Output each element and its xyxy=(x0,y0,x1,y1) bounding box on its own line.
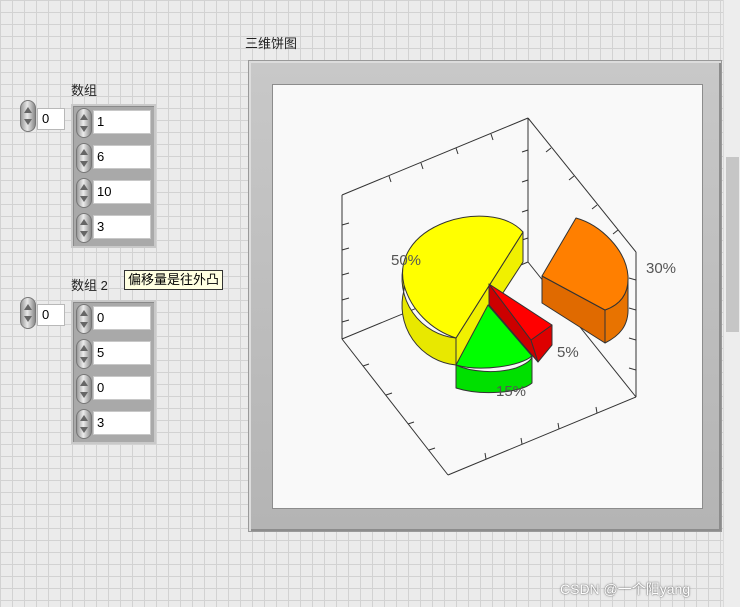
element-value-input[interactable]: 3 xyxy=(93,411,151,435)
element-spinner[interactable] xyxy=(76,213,92,243)
tick xyxy=(341,297,350,301)
increment-icon[interactable] xyxy=(80,149,88,155)
decrement-icon[interactable] xyxy=(80,161,88,167)
tick xyxy=(428,447,436,451)
element-spinner[interactable] xyxy=(76,108,92,138)
array1-index-spinner[interactable] xyxy=(20,100,36,132)
tick xyxy=(557,422,560,430)
chart-title: 三维饼图 xyxy=(245,36,298,51)
array1-element: 3 xyxy=(73,211,154,245)
decrement-icon[interactable] xyxy=(80,322,88,328)
tick xyxy=(341,272,350,276)
increment-icon[interactable] xyxy=(80,380,88,386)
increment-icon[interactable] xyxy=(24,107,32,113)
decrement-icon[interactable] xyxy=(24,316,32,322)
element-spinner[interactable] xyxy=(76,339,92,369)
array1-element: 1 xyxy=(73,106,154,140)
increment-icon[interactable] xyxy=(80,114,88,120)
tick xyxy=(362,363,370,367)
array2-frame: 0 5 0 3 xyxy=(71,300,156,444)
box-edge xyxy=(447,396,637,476)
element-value-input[interactable]: 10 xyxy=(93,180,151,204)
tick xyxy=(420,162,424,170)
array1-element: 6 xyxy=(73,141,154,175)
tick xyxy=(341,222,350,226)
tooltip: 偏移量是往外凸 xyxy=(124,270,224,290)
increment-icon[interactable] xyxy=(80,184,88,190)
tick xyxy=(341,247,350,251)
tick xyxy=(591,204,598,210)
element-spinner[interactable] xyxy=(76,143,92,173)
watermark: CSDN @一个阳yang xyxy=(560,581,691,597)
tick xyxy=(628,277,637,281)
element-value-input[interactable]: 0 xyxy=(93,306,151,330)
scrollbar-thumb[interactable] xyxy=(726,157,739,332)
increment-icon[interactable] xyxy=(24,304,32,310)
tick xyxy=(341,319,350,323)
pie-slice-orange[interactable] xyxy=(541,217,629,344)
element-spinner[interactable] xyxy=(76,304,92,334)
increment-icon[interactable] xyxy=(80,219,88,225)
decrement-icon[interactable] xyxy=(24,119,32,125)
array1-label: 数组 xyxy=(71,83,98,98)
pie-label-orange: 30% xyxy=(646,260,676,277)
element-spinner[interactable] xyxy=(76,178,92,208)
decrement-icon[interactable] xyxy=(80,392,88,398)
tick xyxy=(545,147,552,153)
tick xyxy=(521,179,529,183)
tick xyxy=(628,367,637,371)
tick xyxy=(490,133,494,141)
pie-label-green: 15% xyxy=(496,383,526,400)
increment-icon[interactable] xyxy=(80,415,88,421)
tick xyxy=(595,406,598,414)
increment-icon[interactable] xyxy=(80,345,88,351)
element-value-input[interactable]: 1 xyxy=(93,110,151,134)
pie-3d-chart[interactable]: 50% 30% 5% 15% xyxy=(273,85,702,508)
tick xyxy=(455,147,459,155)
decrement-icon[interactable] xyxy=(80,126,88,132)
tick xyxy=(628,307,637,311)
array1-index-input[interactable]: 0 xyxy=(37,108,65,130)
tick xyxy=(520,437,523,445)
tick xyxy=(484,452,487,460)
tick xyxy=(388,175,392,183)
tick xyxy=(568,175,575,181)
tick xyxy=(628,337,637,341)
element-spinner[interactable] xyxy=(76,409,92,439)
box-edge xyxy=(341,338,449,476)
vertical-scrollbar[interactable] xyxy=(723,0,740,607)
array2-element: 0 xyxy=(73,302,154,336)
pie-label-red: 5% xyxy=(557,344,579,361)
element-value-input[interactable]: 0 xyxy=(93,376,151,400)
tick xyxy=(521,209,529,213)
decrement-icon[interactable] xyxy=(80,231,88,237)
array1-element: 10 xyxy=(73,176,154,210)
array1-frame: 1 6 10 3 xyxy=(71,104,156,248)
tick xyxy=(612,229,619,235)
pie-label-yellow: 50% xyxy=(391,252,421,269)
array2-label: 数组 2 xyxy=(71,278,108,293)
tick xyxy=(407,421,415,425)
tick xyxy=(385,392,393,396)
array2-index-input[interactable]: 0 xyxy=(37,304,65,326)
array2-index-spinner[interactable] xyxy=(20,297,36,329)
increment-icon[interactable] xyxy=(80,310,88,316)
element-value-input[interactable]: 3 xyxy=(93,215,151,239)
box-edge xyxy=(341,117,529,196)
decrement-icon[interactable] xyxy=(80,427,88,433)
decrement-icon[interactable] xyxy=(80,196,88,202)
array2-element: 0 xyxy=(73,372,154,406)
plot-area: 50% 30% 5% 15% xyxy=(272,84,703,509)
array2-element: 3 xyxy=(73,407,154,441)
element-spinner[interactable] xyxy=(76,374,92,404)
element-value-input[interactable]: 5 xyxy=(93,341,151,365)
decrement-icon[interactable] xyxy=(80,357,88,363)
element-value-input[interactable]: 6 xyxy=(93,145,151,169)
tick xyxy=(521,149,529,153)
chart-frame: 50% 30% 5% 15% xyxy=(248,60,722,532)
array2-element: 5 xyxy=(73,337,154,371)
